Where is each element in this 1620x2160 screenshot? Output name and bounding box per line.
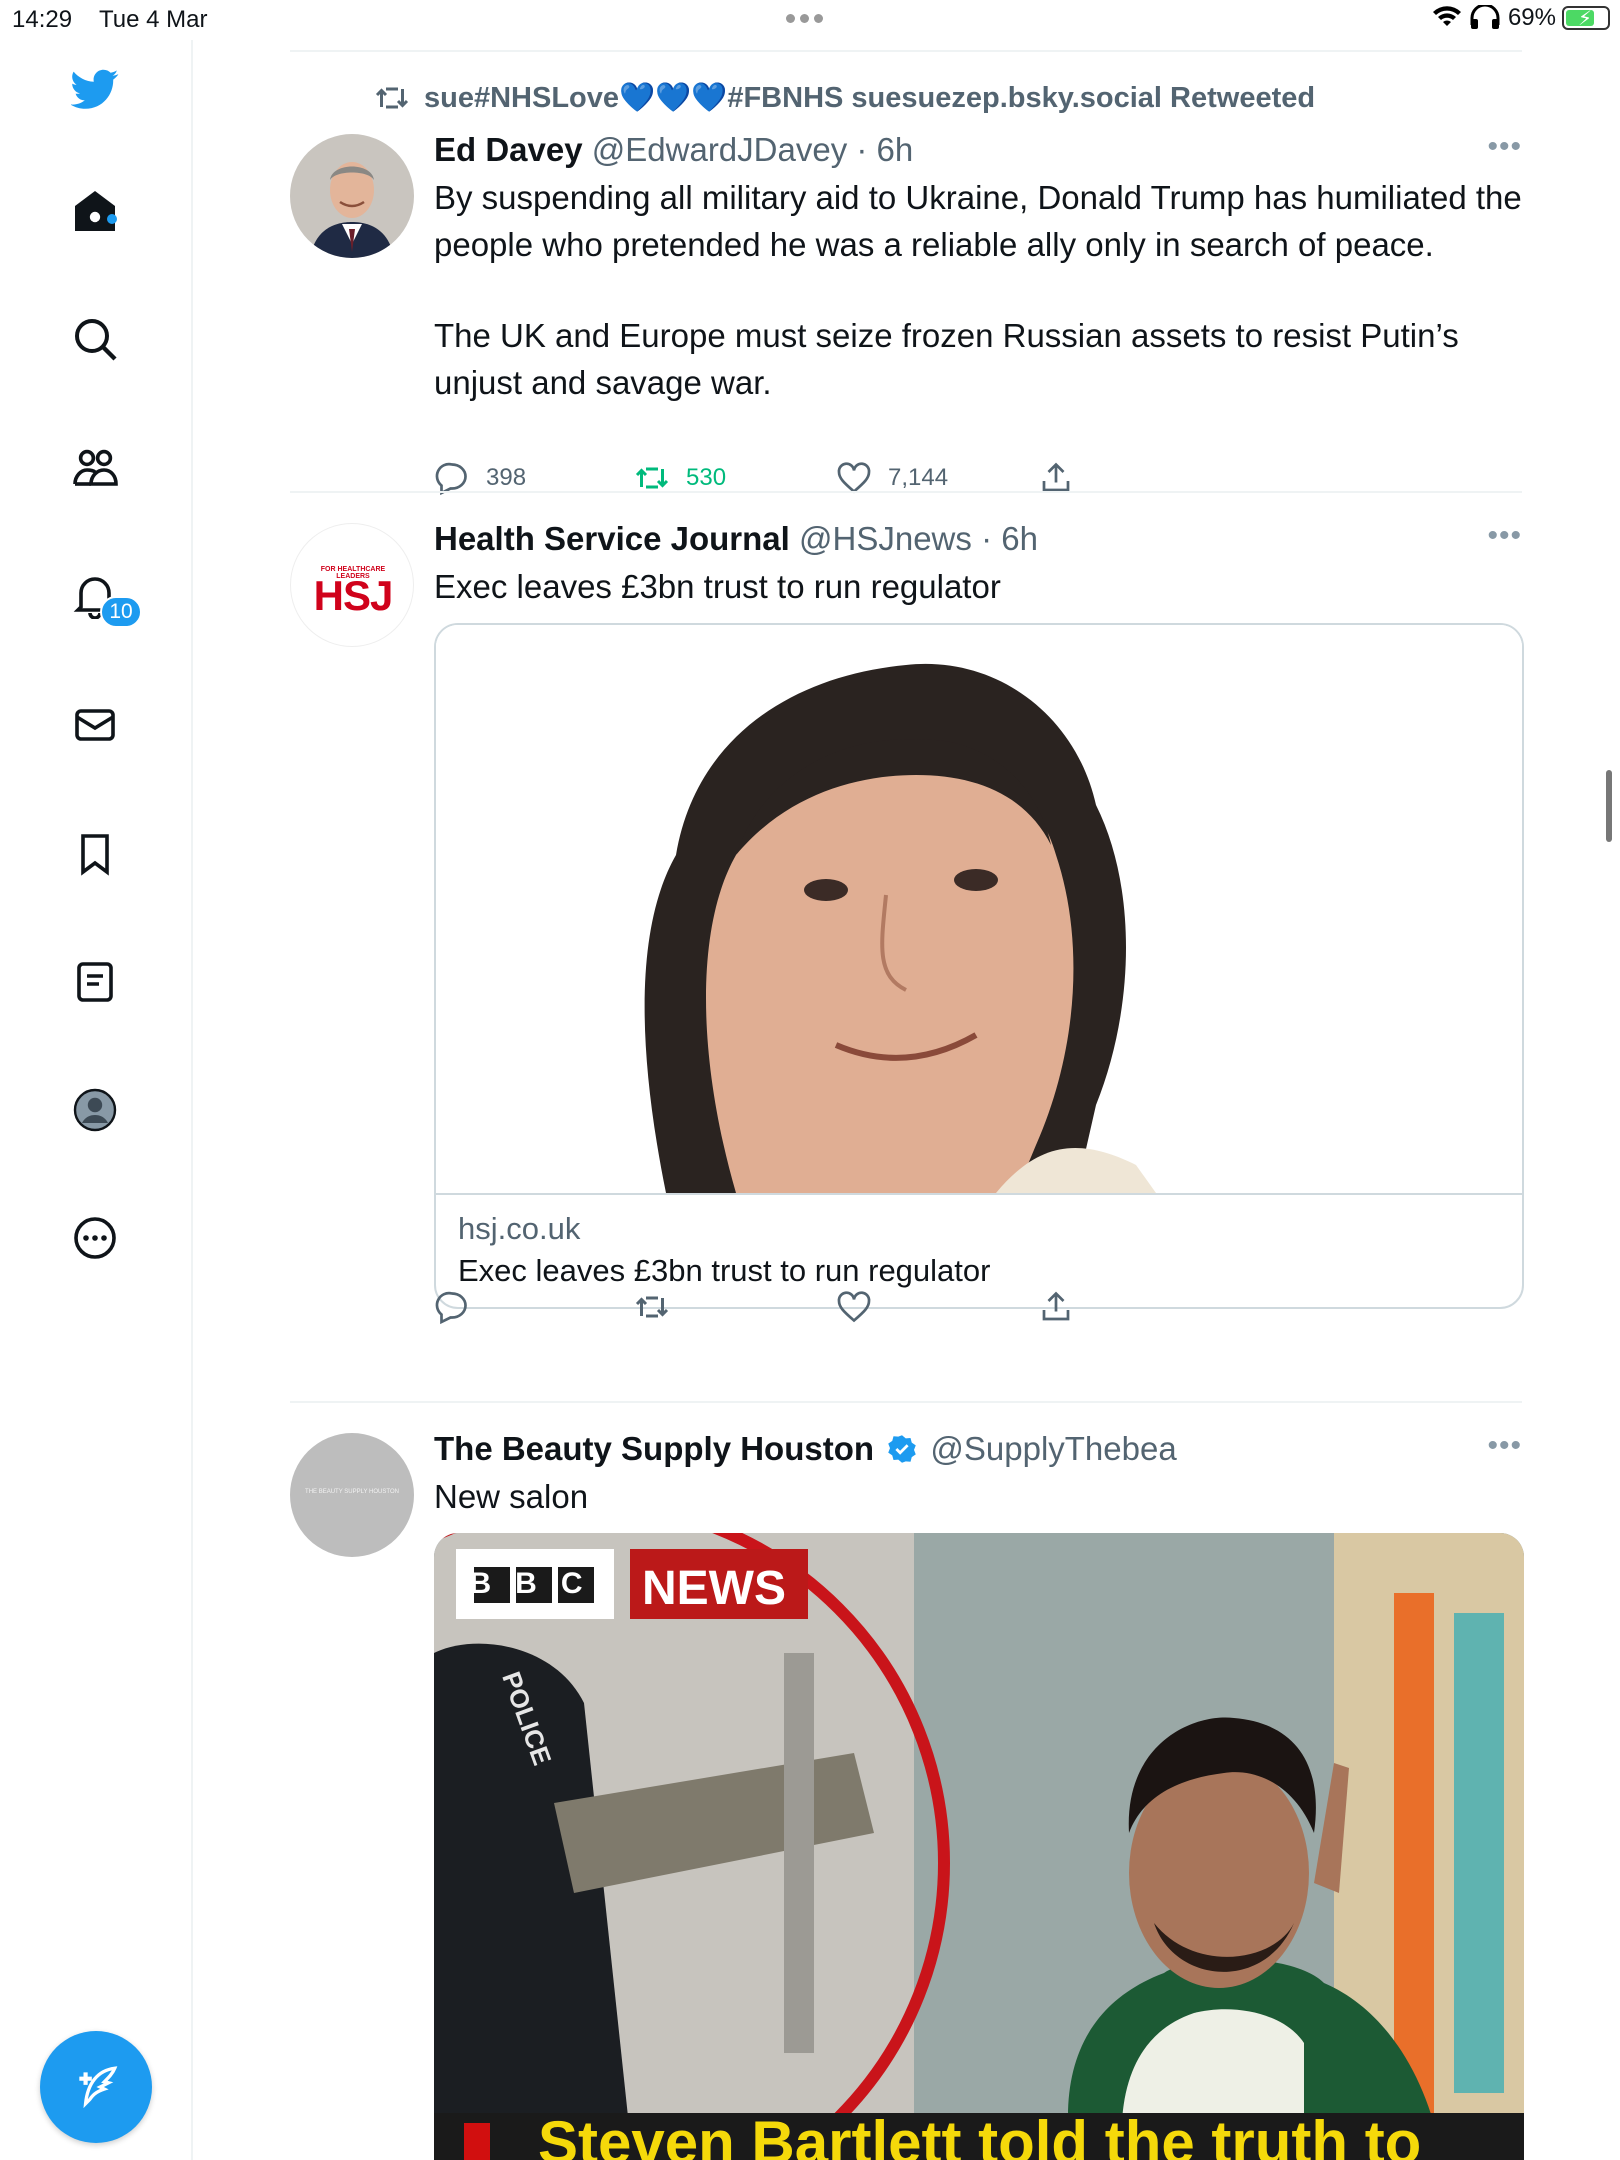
author-name[interactable]: Health Service Journal [434, 520, 790, 557]
battery-icon: ⚡ [1562, 6, 1610, 30]
media-caption-text: Steven Bartlett told the truth to [538, 2109, 1422, 2160]
tweet-more-options[interactable]: ••• [1487, 130, 1522, 164]
divider [290, 491, 1522, 493]
divider [290, 50, 1522, 52]
tweet-actions: 398 530 7,144 [434, 460, 1134, 500]
tweet-content: The Beauty Supply Houston @SupplyThebea … [434, 1429, 1524, 2160]
link-card-domain: hsj.co.uk [458, 1211, 581, 1246]
lists-icon[interactable] [66, 953, 124, 1011]
retweet-icon [375, 87, 409, 109]
home-icon[interactable] [66, 182, 124, 240]
avatar-text: THE BEAUTY SUPPLY HOUSTON [305, 1489, 399, 1495]
avatar-hsj[interactable]: FOR HEALTHCARE LEADERS HSJ [290, 523, 414, 647]
divider [290, 1401, 1522, 1403]
status-time: 14:29 [12, 6, 73, 33]
retweet-context: sue#NHSLove💙💙💙#FBNHS suesuezep.bsky.soci… [374, 80, 1315, 116]
home-new-dot [107, 214, 117, 224]
tweet-header: Health Service Journal @HSJnews · 6h [434, 519, 1522, 559]
notification-badge: 10 [100, 596, 142, 628]
tweet-content: Health Service Journal @HSJnews · 6h •••… [434, 519, 1524, 1325]
wifi-icon [1432, 6, 1461, 26]
author-handle[interactable]: @EdwardJDavey [592, 131, 847, 168]
retweeted-by-text[interactable]: sue#NHSLove💙💙💙#FBNHS suesuezep.bsky.soci… [424, 81, 1315, 115]
reply-count: 398 [486, 464, 527, 491]
more-options-icon[interactable] [66, 1209, 124, 1267]
avatar-beauty-supply[interactable]: THE BEAUTY SUPPLY HOUSTON [290, 1433, 414, 1557]
twitter-logo-icon[interactable] [66, 60, 124, 118]
tweet-header: The Beauty Supply Houston @SupplyThebea [434, 1429, 1522, 1469]
tweet-text-paragraph-1: By suspending all military aid to Ukrain… [434, 179, 1522, 263]
tweet-content: Ed Davey @EdwardJDavey · 6h ••• By suspe… [434, 130, 1522, 496]
battery-percent: 69% [1507, 4, 1556, 31]
reply-icon [435, 1291, 467, 1325]
link-card-title: Exec leaves £3bn trust to run regulator [458, 1253, 991, 1288]
status-right: 69% ⚡ [1432, 4, 1610, 32]
compose-tweet-button[interactable] [40, 2031, 152, 2143]
status-date: Tue 4 Mar [99, 6, 208, 33]
tweet-header: Ed Davey @EdwardJDavey · 6h [434, 130, 1522, 170]
tweet-media-image[interactable]: BBC NEWS POLICE Steven Bartlett told the… [434, 1533, 1524, 2160]
hsj-logo: HSJ [313, 572, 394, 619]
tweet-time[interactable]: · 6h [856, 131, 913, 168]
reply-button[interactable] [434, 1289, 470, 1325]
communities-icon[interactable] [66, 439, 124, 497]
status-bar: 14:29 Tue 4 Mar 69% ⚡ [0, 0, 1620, 40]
bbc-news-text: NEWS [642, 1562, 786, 1615]
author-handle[interactable]: @HSJnews [799, 520, 972, 557]
tweet-more-options[interactable]: ••• [1487, 1429, 1522, 1463]
tweet-text-paragraph-2: The UK and Europe must seize frozen Russ… [434, 317, 1459, 401]
retweet-button[interactable] [634, 1289, 670, 1325]
multitasking-dots[interactable] [786, 14, 823, 23]
like-button[interactable] [836, 1289, 872, 1325]
compose-feather-icon [79, 2066, 118, 2109]
verified-badge-icon [888, 1435, 916, 1463]
like-count: 7,144 [888, 464, 949, 491]
retweet-count: 530 [686, 464, 727, 491]
tweet-text: Exec leaves £3bn trust to run regulator [434, 568, 1001, 605]
avatar-ed-davey[interactable] [290, 134, 414, 258]
bbc-logo-text: BBC [469, 1567, 607, 1600]
tweet-actions [434, 1289, 1134, 1329]
heart-icon [837, 1291, 871, 1323]
headphones-icon [1470, 5, 1500, 29]
author-name[interactable]: Ed Davey [434, 131, 583, 168]
link-card-image [436, 625, 1522, 1193]
link-card[interactable]: hsj.co.uk Exec leaves £3bn trust to run … [434, 623, 1524, 1309]
author-handle[interactable]: @SupplyThebea [930, 1430, 1176, 1467]
tweet-time[interactable]: · 6h [981, 520, 1038, 557]
messages-mail-icon[interactable] [66, 696, 124, 754]
sidebar: 10 [0, 40, 193, 2160]
scrollbar[interactable] [1606, 770, 1612, 842]
share-icon [1042, 1291, 1070, 1321]
tweet-more-options[interactable]: ••• [1487, 519, 1522, 553]
author-name[interactable]: The Beauty Supply Houston [434, 1430, 874, 1467]
retweet-icon [635, 1296, 669, 1318]
bookmarks-icon[interactable] [66, 825, 124, 883]
profile-avatar-icon[interactable] [66, 1081, 124, 1139]
share-button[interactable] [1038, 1289, 1074, 1325]
search-icon[interactable] [66, 310, 124, 368]
tweet-text: New salon [434, 1478, 589, 1515]
